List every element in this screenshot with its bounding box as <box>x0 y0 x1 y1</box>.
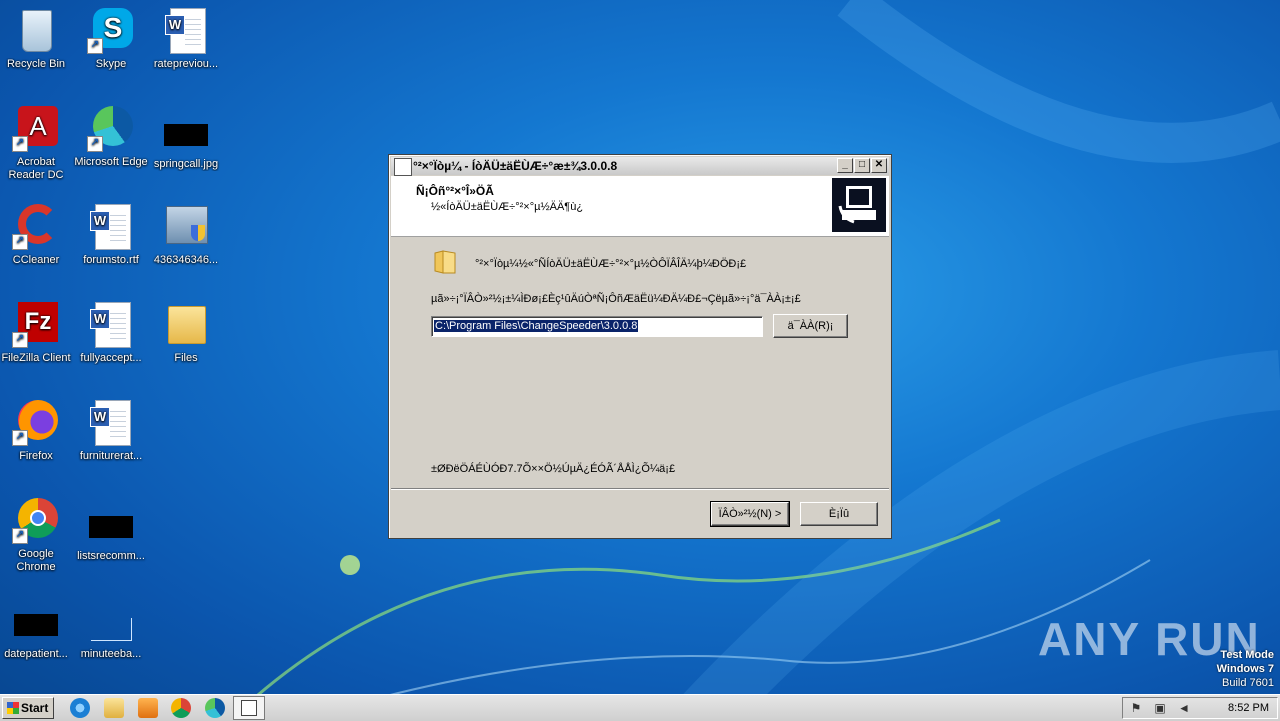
system-tray: ⚑ ▣ ◄ 8:52 PM <box>1122 697 1278 719</box>
test-mode-label: Test Mode <box>1220 649 1274 661</box>
desktop-icon-fullyaccept[interactable]: W fullyaccept... <box>71 300 151 365</box>
action-center-flag-icon[interactable]: ⚑ <box>1129 701 1143 715</box>
browse-button[interactable]: ä¯ÀÀ(R)¡­ <box>773 314 848 338</box>
desktop-icon-ratepreviou[interactable]: W ratepreviou... <box>146 6 226 71</box>
shortcut-arrow-icon: ↗ <box>87 38 103 54</box>
desktop-icon-minuteeba[interactable]: minuteeba... <box>71 604 151 661</box>
desktop-icon-edge[interactable]: ↗ Microsoft Edge <box>71 104 151 169</box>
desktop-icon-forumsto[interactable]: W forumsto.rtf <box>71 202 151 267</box>
desktop-icon-recycle-bin[interactable]: Recycle Bin <box>0 6 76 71</box>
word-document-icon: W <box>90 400 131 446</box>
os-label: Windows 7 <box>1216 663 1274 675</box>
folder-icon <box>168 306 206 344</box>
desktop-icon-skype[interactable]: S ↗ Skype <box>71 6 151 71</box>
dialog-title: °²×°Ïòµ¼ - ÍòÄÜ±äËÙÆ÷°æ±¾3.0.0.8 <box>413 159 618 173</box>
desktop-icon-filezilla[interactable]: Fz ↗ FileZilla Client <box>0 300 76 365</box>
image-thumbnail-icon <box>89 516 133 538</box>
folder-icon <box>433 247 459 275</box>
chrome-taskbar-icon[interactable] <box>171 698 191 718</box>
image-thumbnail-icon <box>14 614 58 636</box>
cancel-button[interactable]: È¡Ïû <box>800 502 878 526</box>
windows-logo-icon <box>7 702 19 714</box>
desktop-icon-listsrecomm[interactable]: listsrecomm... <box>71 506 151 563</box>
installer-app-icon <box>394 158 412 176</box>
taskbar: Start ⚑ ▣ ◄ 8:52 PM <box>0 694 1280 721</box>
build-label: Build 7601 <box>1222 677 1274 689</box>
shortcut-arrow-icon: ↗ <box>12 332 28 348</box>
image-thumbnail-icon <box>164 124 208 146</box>
footer-divider <box>391 488 889 490</box>
test-mode-notice: Test Mode Windows 7 Build 7601 <box>1217 648 1274 690</box>
word-document-icon: W <box>90 204 131 250</box>
disk-space-note: ±ØÐëÖÁÉÙÓÐ7.7Õ××Ö½ÚµÄ¿ÉÓÃ´ÅÅÌ¿Õ¼ä¡£ <box>431 463 676 475</box>
desktop-icon-furniturerat[interactable]: W furniturerat... <box>71 398 151 463</box>
desktop-icon-firefox[interactable]: ↗ Firefox <box>0 398 76 463</box>
install-location-text: °²×°Ïòµ¼½«°ÑÍòÄÜ±äËÙÆ÷°²×°µ½ÒÔÏÂÎÄ¼þ¼ÐÖÐ… <box>475 258 747 270</box>
shortcut-arrow-icon: ↗ <box>12 528 28 544</box>
blank-file-icon <box>91 618 132 641</box>
desktop-icon-datepatient[interactable]: datepatient... <box>0 604 76 661</box>
dialog-titlebar[interactable]: °²×°Ïòµ¼ - ÍòÄÜ±äËÙÆ÷°æ±¾3.0.0.8 _ □ ✕ <box>391 157 889 176</box>
install-path-value: C:\Program Files\ChangeSpeeder\3.0.0.8 <box>434 320 639 332</box>
recycle-bin-icon <box>22 10 52 52</box>
word-document-icon: W <box>90 302 131 348</box>
edge-taskbar-icon[interactable] <box>205 698 225 718</box>
desktop-icon-acrobat[interactable]: A ↗ Acrobat Reader DC <box>0 104 76 182</box>
installer-dialog: °²×°Ïòµ¼ - ÍòÄÜ±äËÙÆ÷°æ±¾3.0.0.8 _ □ ✕ Ñ… <box>388 154 892 539</box>
desktop-icon-springcall[interactable]: springcall.jpg <box>146 114 226 171</box>
clock[interactable]: 8:52 PM <box>1228 698 1269 718</box>
computer-install-icon <box>832 178 886 232</box>
desktop-icon-436346346[interactable]: 436346346... <box>146 202 226 267</box>
file-explorer-icon[interactable] <box>104 698 124 718</box>
browse-instruction-text: µã»÷¡°ÏÂÒ»²½¡±¼ÌÐø¡£Èç¹ûÄúÒªÑ¡ÔñÆäËü¼ÐÄ¼… <box>431 293 801 305</box>
shortcut-arrow-icon: ↗ <box>12 430 28 446</box>
desktop-icon-chrome[interactable]: ↗ Google Chrome <box>0 496 76 574</box>
shortcut-arrow-icon: ↗ <box>12 234 28 250</box>
minimize-button[interactable]: _ <box>837 158 853 173</box>
next-button[interactable]: ÏÂÒ»²½(N) > <box>710 501 790 527</box>
desktop-icon-ccleaner[interactable]: ↗ CCleaner <box>0 202 76 267</box>
start-button[interactable]: Start <box>2 697 54 719</box>
installer-taskbar-button[interactable] <box>233 696 265 720</box>
installer-icon <box>166 206 208 244</box>
shortcut-arrow-icon: ↗ <box>12 136 28 152</box>
install-path-input[interactable]: C:\Program Files\ChangeSpeeder\3.0.0.8 <box>431 316 763 337</box>
word-document-icon: W <box>165 8 206 54</box>
media-player-icon[interactable] <box>138 698 158 718</box>
internet-explorer-icon[interactable] <box>70 698 90 718</box>
header-title: Ñ¡Ôñ°²×°Î»ÖÃ <box>416 184 494 198</box>
close-button[interactable]: ✕ <box>871 158 887 173</box>
shortcut-arrow-icon: ↗ <box>87 136 103 152</box>
desktop-icon-files[interactable]: Files <box>146 300 226 365</box>
maximize-button[interactable]: □ <box>854 158 870 173</box>
dialog-header: Ñ¡Ôñ°²×°Î»ÖÃ ½«ÍòÄÜ±äËÙÆ÷°²×°µ½ÄÄ¶ù¿ <box>391 176 889 237</box>
network-icon[interactable]: ▣ <box>1153 701 1167 715</box>
volume-icon[interactable]: ◄ <box>1177 701 1191 715</box>
header-subtitle: ½«ÍòÄÜ±äËÙÆ÷°²×°µ½ÄÄ¶ù¿ <box>431 201 584 213</box>
installer-app-icon <box>241 700 257 716</box>
